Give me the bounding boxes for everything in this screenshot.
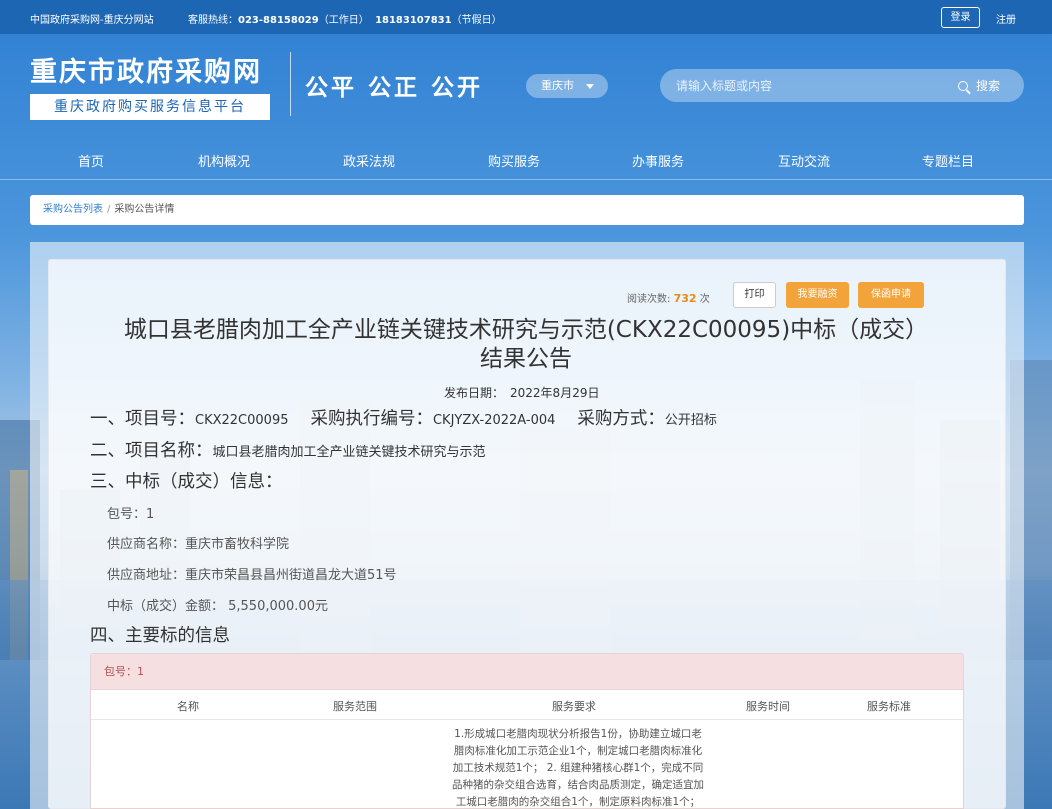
requirement-line: 1.形成城口老腊肉现状分析报告1份，协助建立城口老 — [454, 728, 702, 740]
page-title: 城口县老腊肉加工全产业链关键技术研究与示范(CKX22C00095)中标（成交）… — [90, 316, 962, 374]
register-link[interactable]: 注册 — [996, 11, 1016, 26]
breadcrumb-current: 采购公告详情 — [114, 204, 175, 215]
table-cell-requirements: 1.形成城口老腊肉现状分析报告1份，协助建立城口老 腊肉标准化加工示范企业1个，… — [437, 726, 719, 808]
hotline-holiday-note: （节假日） — [451, 15, 502, 26]
site-header: 重庆市政府采购网 重庆政府购买服务信息平台 公平 公正 公开 重庆市 搜索 — [0, 34, 1052, 140]
table-header-divider — [91, 719, 963, 720]
project-name-value: 城口县老腊肉加工全产业链关键技术研究与示范 — [212, 445, 486, 460]
exec-number-value: CKJYZX-2022A-004 — [432, 413, 556, 428]
section-award-info: 三、中标（成交）信息： — [90, 472, 283, 492]
main-nav: 首页 机构概况 政采法规 购买服务 办事服务 互动交流 专题栏目 — [0, 140, 1052, 180]
read-count-label: 阅读次数: — [627, 294, 671, 305]
nav-item-about[interactable]: 机构概况 — [198, 151, 250, 170]
hotline-work-note: （工作日） — [318, 15, 369, 26]
publish-date-label: 发布日期： — [444, 386, 505, 400]
read-count: 阅读次数: 732 次 — [627, 290, 710, 305]
section-project-name: 二、项目名称：城口县老腊肉加工全产业链关键技术研究与示范 — [90, 437, 486, 462]
project-name-label: 二、项目名称： — [90, 441, 213, 461]
column-header-standard: 服务标准 — [867, 700, 911, 713]
print-button[interactable]: 打印 — [733, 282, 776, 308]
project-number-label: 一、项目号： — [90, 409, 195, 429]
nav-item-interaction[interactable]: 互动交流 — [778, 151, 830, 170]
finance-button[interactable]: 我要融资 — [786, 282, 849, 308]
header-divider — [290, 52, 291, 116]
read-count-unit: 次 — [699, 294, 710, 305]
search-button[interactable]: 搜索 — [958, 77, 1000, 94]
requirement-line: 工城口老腊肉的杂交组合1个，制定原料肉标准1个； — [455, 796, 701, 808]
hotline-work-number: 023-88158029 — [238, 15, 319, 26]
login-button[interactable]: 登录 — [941, 7, 980, 28]
column-header-requirements: 服务要求 — [552, 700, 596, 713]
column-header-name: 名称 — [177, 700, 199, 713]
breadcrumb-separator: / — [107, 204, 111, 215]
nav-item-office-services[interactable]: 办事服务 — [632, 151, 684, 170]
project-number-value: CKX22C00095 — [195, 413, 289, 428]
requirement-line: 品种猪的杂交组合选育，结合肉品质测定，确定适宜加 — [452, 779, 704, 791]
breadcrumb: 采购公告列表 / 采购公告详情 — [30, 195, 1024, 225]
site-slogan: 公平 公正 公开 — [305, 74, 484, 101]
search-button-label: 搜索 — [976, 79, 1001, 93]
site-subtitle: 重庆政府购买服务信息平台 — [30, 94, 270, 120]
purchase-method-label: 采购方式： — [577, 409, 665, 429]
nav-item-home[interactable]: 首页 — [78, 151, 104, 170]
guarantee-apply-button[interactable]: 保函申请 — [858, 282, 924, 308]
read-count-value: 732 — [673, 292, 697, 305]
column-header-scope: 服务范围 — [333, 700, 377, 713]
award-amount: 中标（成交）金额： 5,550,000.00元 — [107, 599, 328, 614]
title-line-2: 结果公告 — [480, 346, 572, 372]
nav-item-regulations[interactable]: 政采法规 — [343, 151, 395, 170]
requirement-line: 腊肉标准化加工示范企业1个，制定城口老腊肉标准化 — [453, 745, 703, 757]
search-icon — [958, 81, 968, 91]
site-title[interactable]: 重庆市政府采购网 — [30, 50, 262, 89]
column-header-time: 服务时间 — [746, 700, 790, 713]
nav-item-special-topics[interactable]: 专题栏目 — [922, 151, 974, 170]
table-package-header: 包号：1 — [91, 654, 963, 690]
requirement-line: 加工技术规范1个； 2. 组建种猪核心群1个，完成不同 — [452, 762, 704, 774]
search-input[interactable] — [676, 75, 946, 96]
hotline-info: 客服热线：023-88158029（工作日） 18183107831（节假日） — [188, 11, 502, 26]
publish-date: 发布日期： 2022年8月29日 — [444, 384, 599, 401]
chevron-down-icon — [586, 84, 594, 89]
search-box: 搜索 — [660, 69, 1024, 102]
hotline-label: 客服热线： — [188, 15, 238, 26]
nav-item-purchase-services[interactable]: 购买服务 — [488, 151, 540, 170]
section-main-items: 四、主要标的信息 — [90, 626, 230, 646]
city-select[interactable]: 重庆市 — [526, 74, 608, 98]
title-line-1: 城口县老腊肉加工全产业链关键技术研究与示范(CKX22C00095)中标（成交） — [123, 317, 929, 343]
exec-number-label: 采购执行编号： — [310, 409, 433, 429]
city-select-value: 重庆市 — [541, 79, 574, 92]
supplier-name: 供应商名称：重庆市畜牧科学院 — [107, 537, 290, 552]
hotline-holiday-number: 18183107831 — [375, 15, 452, 26]
section-project-number: 一、项目号：CKX22C00095 采购执行编号：CKJYZX-2022A-004… — [90, 405, 717, 430]
site-name[interactable]: 中国政府采购网-重庆分网站 — [30, 11, 154, 26]
top-bar: 中国政府采购网-重庆分网站 客服热线：023-88158029（工作日） 181… — [0, 0, 1052, 34]
breadcrumb-list-link[interactable]: 采购公告列表 — [43, 204, 103, 215]
purchase-method-value: 公开招标 — [664, 413, 717, 428]
supplier-address: 供应商地址：重庆市荣昌县昌州街道昌龙大道51号 — [107, 568, 397, 583]
publish-date-value: 2022年8月29日 — [510, 386, 600, 400]
main-items-table: 包号：1 名称 服务范围 服务要求 服务时间 服务标准 1.形成城口老腊肉现状分… — [90, 653, 964, 809]
package-number: 包号：1 — [107, 507, 155, 522]
